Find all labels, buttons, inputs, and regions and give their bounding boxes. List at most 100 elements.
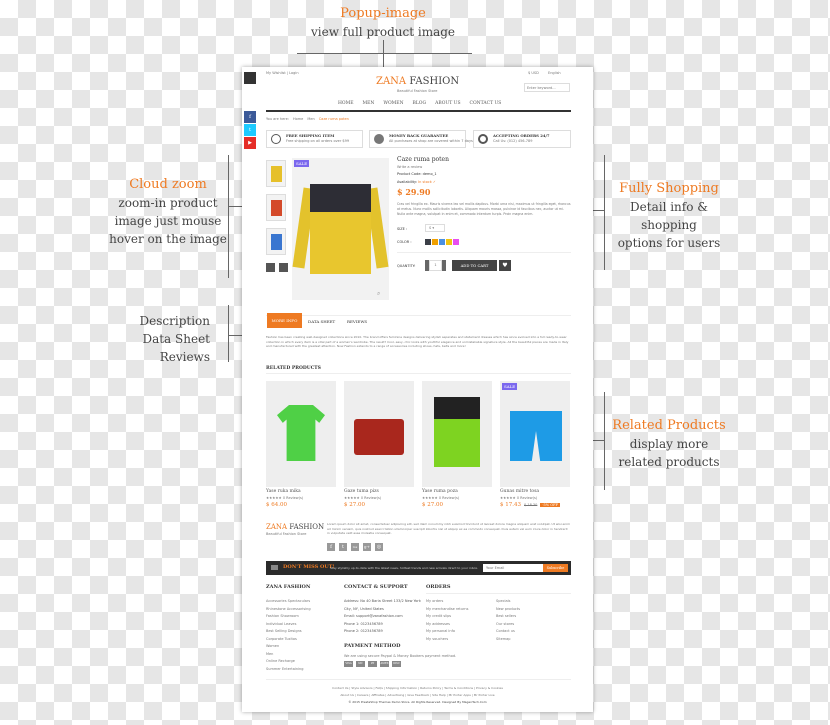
related-product-name[interactable]: Yase ruka mika bbox=[266, 489, 301, 494]
footer-link[interactable]: Online Recharge bbox=[266, 658, 311, 666]
color-swatch-pink[interactable] bbox=[453, 239, 459, 245]
zoom-icon[interactable]: ⌕ bbox=[377, 290, 380, 298]
footer-link[interactable]: Best Selling Designs bbox=[266, 628, 311, 636]
twitter-icon[interactable]: t bbox=[339, 543, 347, 551]
related-product-image[interactable]: SALE bbox=[500, 381, 570, 487]
annotation-line: Detail info & bbox=[630, 200, 708, 214]
footer-link[interactable]: Sitemap bbox=[496, 636, 520, 644]
rating: ★★★★★ 0 Review(s) bbox=[266, 496, 303, 500]
paypal-icon: PP bbox=[368, 661, 377, 667]
divider bbox=[266, 373, 571, 374]
footer-link[interactable]: My orders bbox=[426, 598, 468, 606]
next-thumb-button[interactable] bbox=[279, 263, 288, 272]
related-product-name[interactable]: Gaze tuma pizs bbox=[344, 489, 379, 494]
wishlist-heart-icon[interactable]: ♥ bbox=[499, 260, 511, 271]
footer-link[interactable]: Specials bbox=[496, 598, 520, 606]
thumbnail-blue[interactable] bbox=[266, 228, 286, 255]
breadcrumb-home[interactable]: Home bbox=[293, 117, 303, 121]
rss-icon[interactable]: rss bbox=[351, 543, 359, 551]
twitter-icon[interactable]: t bbox=[244, 124, 256, 136]
nav-home[interactable]: HOME bbox=[338, 101, 354, 106]
footer-link[interactable]: My credit slips bbox=[426, 613, 468, 621]
footer-bottom-links[interactable]: Contact Us | Style Advisors | FAQs | Shi… bbox=[242, 686, 593, 690]
feature-shipping: FREE SHIPPING ITEM Free shipping on all o… bbox=[266, 130, 363, 148]
footer-link[interactable]: Individual Leaves bbox=[266, 621, 311, 629]
footer-link[interactable]: Women bbox=[266, 643, 311, 651]
footer-link[interactable]: My vouchers bbox=[426, 636, 468, 644]
nav-underline bbox=[266, 110, 571, 112]
nav-contact[interactable]: CONTACT US bbox=[470, 101, 502, 106]
footer-col-title: CONTACT & SUPPORT bbox=[344, 584, 408, 590]
footer-link[interactable]: Best sellers bbox=[496, 613, 520, 621]
product-name: Caze ruma poten bbox=[397, 156, 449, 163]
language-select[interactable]: English bbox=[548, 71, 561, 75]
footer-link[interactable]: New products bbox=[496, 606, 520, 614]
nav-women[interactable]: WOMEN bbox=[383, 101, 403, 106]
annotation-line: hover on the image bbox=[109, 232, 227, 246]
main-product-image[interactable]: SALE ⌕ bbox=[292, 158, 389, 300]
review-count: 0 Review(s) bbox=[360, 496, 382, 500]
footer-link[interactable]: My personal info bbox=[426, 628, 468, 636]
logo[interactable]: ZANA FASHION bbox=[376, 76, 459, 87]
top-links[interactable]: My Wishlist | Login bbox=[266, 71, 299, 75]
footer-link[interactable]: Contact us bbox=[496, 628, 520, 636]
nav-blog[interactable]: BLOG bbox=[413, 101, 427, 106]
footer-link[interactable]: Summer Entertaining bbox=[266, 666, 311, 674]
dribbble-icon[interactable]: ◎ bbox=[375, 543, 383, 551]
product-price: $ 29.90 bbox=[397, 187, 431, 197]
related-product-image[interactable] bbox=[266, 381, 336, 487]
menu-toggle-button[interactable] bbox=[244, 72, 256, 84]
qty-plus-button[interactable] bbox=[442, 260, 446, 271]
subscribe-button[interactable]: Subscribe bbox=[543, 564, 568, 572]
currency-select[interactable]: $ USD bbox=[528, 71, 539, 75]
footer-link[interactable]: Fashion Showroom bbox=[266, 613, 311, 621]
color-swatch-dark[interactable] bbox=[425, 239, 431, 245]
related-product-name[interactable]: Gunas mitre tosa bbox=[500, 489, 539, 494]
mail-icon bbox=[271, 565, 278, 570]
prev-thumb-button[interactable] bbox=[266, 263, 275, 272]
color-swatch-yellow[interactable] bbox=[446, 239, 452, 245]
facebook-icon[interactable]: f bbox=[327, 543, 335, 551]
size-select[interactable]: S ▾ bbox=[425, 224, 445, 232]
tab-data-sheet[interactable]: DATA SHEET bbox=[308, 319, 335, 324]
breadcrumb-men[interactable]: Men bbox=[307, 117, 314, 121]
quantity-label: QUANTITY: bbox=[397, 264, 416, 268]
contact-info: Address: No 40 Baria Street 133/2 New Yo… bbox=[344, 598, 421, 636]
contact-phone: Phone 2: 0123456789 bbox=[344, 629, 383, 633]
color-swatch-blue[interactable] bbox=[439, 239, 445, 245]
related-product-image[interactable] bbox=[344, 381, 414, 487]
write-review-link[interactable]: Write a review bbox=[397, 165, 422, 169]
nav-about[interactable]: ABOUT US bbox=[435, 101, 460, 106]
thumbnail-yellow[interactable] bbox=[266, 160, 286, 187]
search-input[interactable]: Enter keyword... bbox=[524, 83, 570, 92]
tab-more-info[interactable]: MORE INFO bbox=[267, 313, 302, 328]
youtube-icon[interactable]: ▶ bbox=[244, 137, 256, 149]
nav-men[interactable]: MEN bbox=[363, 101, 375, 106]
tab-content: Fashion has been creating well-designed … bbox=[266, 335, 569, 348]
add-to-cart-button[interactable]: ADD TO CART bbox=[452, 260, 497, 271]
price-row: $ 17.43 $ 18.30 -5% OFF bbox=[500, 502, 560, 508]
related-product-name[interactable]: Yase ruma poza bbox=[422, 489, 458, 494]
footer-link[interactable]: Men bbox=[266, 651, 311, 659]
footer-bottom-links[interactable]: About Us | Careers | Affiliates | Advert… bbox=[242, 693, 593, 697]
feature-sub: Call Us: (012) 456-789 bbox=[493, 139, 533, 143]
footer-link[interactable]: Rhinestone Accessorising bbox=[266, 606, 311, 614]
footer-tagline: Beautiful Fashion Store bbox=[266, 532, 307, 536]
color-swatch-orange[interactable] bbox=[432, 239, 438, 245]
callout-line bbox=[604, 155, 605, 270]
rating: ★★★★★ 0 Review(s) bbox=[344, 496, 381, 500]
facebook-icon[interactable]: f bbox=[244, 111, 256, 123]
footer-link[interactable]: My merchandise returns bbox=[426, 606, 468, 614]
email-input[interactable]: Your Email bbox=[483, 564, 543, 572]
footer-link[interactable]: Our stores bbox=[496, 621, 520, 629]
thumbnail-red[interactable] bbox=[266, 194, 286, 221]
google-plus-icon[interactable]: g+ bbox=[363, 543, 371, 551]
tab-reviews[interactable]: REVIEWS bbox=[347, 319, 367, 324]
footer-link[interactable]: Accessories Spectaculars bbox=[266, 598, 311, 606]
sale-badge: SALE bbox=[294, 160, 310, 167]
annotation-description: Description Data Sheet Reviews bbox=[110, 312, 210, 366]
footer-link[interactable]: My addresses bbox=[426, 621, 468, 629]
related-product-image[interactable] bbox=[422, 381, 492, 487]
footer-link[interactable]: Corporate Tuxitos bbox=[266, 636, 311, 644]
quantity-input[interactable]: 1 bbox=[429, 260, 442, 271]
